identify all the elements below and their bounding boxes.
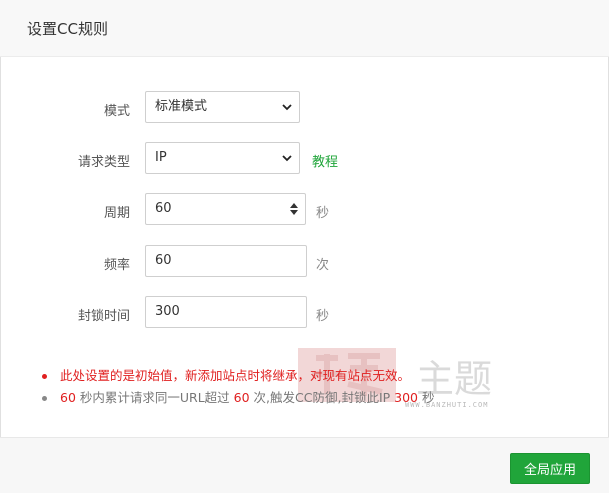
global-apply-button[interactable]: 全局应用 — [510, 453, 590, 484]
request-type-label: 请求类型 — [77, 155, 130, 170]
summary-ban-value: 300 — [394, 390, 418, 405]
dialog-footer: 全局应用 — [0, 437, 609, 493]
ban-time-input[interactable]: 300 — [145, 296, 307, 328]
tutorial-link[interactable]: 教程 — [312, 151, 338, 170]
cc-rule-dialog: 设置CC规则 模式 标准模式 请求类型 IP 教程 周期 60 秒 频率 60 … — [0, 0, 609, 493]
warning-note-text: 此处设置的是初始值，新添加站点时将继承，对现有站点无效。 — [60, 368, 411, 383]
summary-note-text: 60 秒内累计请求同一URL超过 60 次,触发CC防御,封锁此IP 300 秒 — [60, 390, 434, 406]
period-unit: 秒 — [316, 206, 330, 221]
summary-text-1: 秒内累计请求同一URL超过 — [75, 390, 234, 405]
dialog-title-bar: 设置CC规则 — [0, 0, 609, 57]
request-type-select-value: IP — [155, 150, 167, 165]
request-type-row: 请求类型 IP 教程 — [0, 142, 609, 176]
frequency-input[interactable]: 60 — [145, 245, 307, 277]
summary-text-3: 秒 — [418, 390, 435, 405]
ban-time-label: 封锁时间 — [77, 309, 130, 324]
frequency-label: 频率 — [103, 258, 130, 273]
frequency-unit: 次 — [316, 258, 330, 273]
mode-select[interactable]: 标准模式 — [145, 91, 300, 123]
summary-count-value: 60 — [233, 390, 250, 405]
chevron-down-icon — [282, 155, 292, 162]
chevron-down-icon — [282, 104, 292, 111]
period-row: 周期 60 秒 — [0, 193, 609, 227]
number-stepper-icon[interactable] — [289, 201, 299, 217]
request-type-select[interactable]: IP — [145, 142, 300, 174]
frequency-row: 频率 60 次 — [0, 245, 609, 279]
mode-row: 模式 标准模式 — [0, 91, 609, 125]
summary-period-value: 60 — [60, 390, 76, 405]
ban-time-input-value: 300 — [155, 304, 180, 319]
period-label: 周期 — [103, 206, 130, 221]
period-input[interactable]: 60 — [145, 193, 306, 225]
ban-time-unit: 秒 — [316, 309, 330, 324]
summary-text-2: 次,触发CC防御,封锁此IP — [249, 390, 395, 405]
dialog-title: 设置CC规则 — [27, 20, 108, 38]
bullet-icon — [42, 396, 47, 401]
ban-time-row: 封锁时间 300 秒 — [0, 296, 609, 330]
mode-select-value: 标准模式 — [155, 99, 208, 114]
mode-label: 模式 — [103, 104, 130, 119]
frequency-input-value: 60 — [155, 253, 172, 268]
period-input-value: 60 — [155, 201, 172, 216]
bullet-icon — [42, 374, 47, 379]
